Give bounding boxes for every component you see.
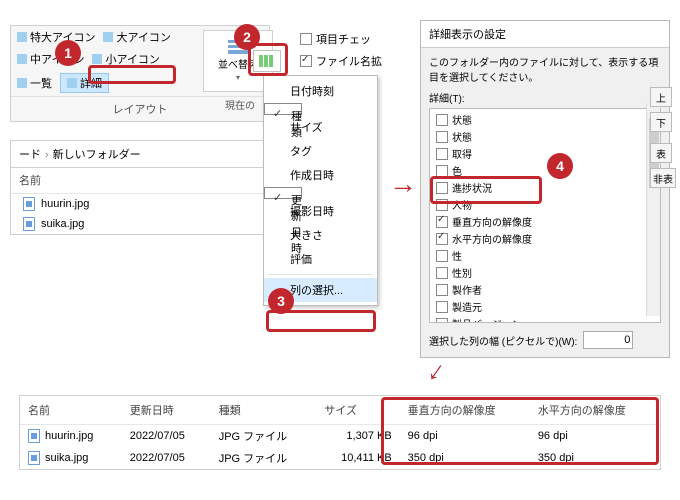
menu-item[interactable]: 大きさ <box>264 223 377 247</box>
checkbox[interactable] <box>436 216 448 228</box>
checklist-item[interactable]: 性 <box>434 247 656 264</box>
checkbox[interactable] <box>436 165 448 177</box>
image-file-icon <box>28 429 40 443</box>
checklist-item[interactable]: 水平方向の解像度 <box>434 230 656 247</box>
checklist-item[interactable]: 製造元 <box>434 298 656 315</box>
checklist-item[interactable]: 製品バージョン <box>434 315 656 323</box>
breadcrumb[interactable]: ード›新しいフォルダー <box>10 140 270 168</box>
menu-item[interactable]: 種類 <box>264 103 302 115</box>
width-label: 選択した列の幅 (ピクセルで)(W): <box>429 333 577 348</box>
scrollbar[interactable] <box>646 103 660 316</box>
checkbox[interactable] <box>436 131 448 143</box>
checklist-item[interactable]: 取得 <box>434 145 656 162</box>
menu-item[interactable]: 更新日時 <box>264 187 302 199</box>
column-header[interactable]: 名前 <box>20 396 122 425</box>
menu-item[interactable]: タグ <box>264 139 377 163</box>
checkbox[interactable] <box>436 148 448 160</box>
chevron-right-icon: › <box>45 149 49 161</box>
show-button[interactable]: 表 <box>650 143 672 163</box>
columns-checklist[interactable]: 状態状態取得色進捗状況人物垂直方向の解像度水平方向の解像度性性別製作者製造元製品… <box>429 108 661 323</box>
image-file-icon <box>28 451 40 465</box>
checklist-item[interactable]: 状態 <box>434 111 656 128</box>
menu-item[interactable]: 作成日時 <box>264 163 377 187</box>
menu-item[interactable]: 日付時刻 <box>264 79 377 103</box>
view-option[interactable]: 特大アイコン <box>17 29 95 45</box>
list-item[interactable]: suika.jpg <box>11 214 269 234</box>
ribbon-checkboxes: 項目チェッ ファイル名拡 <box>300 28 382 72</box>
column-header-name[interactable]: 名前 <box>11 167 269 194</box>
checkbox[interactable] <box>300 55 312 67</box>
callout-badge-4: 4 <box>547 153 573 179</box>
view-option[interactable]: 大アイコン <box>103 29 170 45</box>
checkbox[interactable] <box>436 233 448 245</box>
dialog-message: このフォルダー内のファイルに対して、表示する項目を選択してください。 <box>421 48 669 90</box>
callout-badge-1: 1 <box>55 40 81 66</box>
callout-badge-2: 2 <box>234 24 260 50</box>
list-label: 詳細(T): <box>421 90 669 108</box>
checkbox[interactable] <box>436 301 448 313</box>
list-item[interactable]: huurin.jpg <box>11 194 269 214</box>
column-header[interactable]: 更新日時 <box>122 396 211 425</box>
file-list: 名前 huurin.jpg suika.jpg <box>10 167 270 235</box>
checkbox[interactable] <box>436 284 448 296</box>
checkbox[interactable] <box>436 267 448 279</box>
move-up-button[interactable]: 上 <box>650 87 672 107</box>
width-input[interactable] <box>583 331 633 349</box>
move-down-button[interactable]: 下 <box>650 112 672 132</box>
image-file-icon <box>23 217 35 231</box>
checkbox[interactable] <box>436 250 448 262</box>
checkbox[interactable] <box>300 33 312 45</box>
checklist-item[interactable]: 垂直方向の解像度 <box>434 213 656 230</box>
menu-item[interactable]: 撮影日時 <box>264 199 377 223</box>
checklist-item[interactable]: 製作者 <box>434 281 656 298</box>
checklist-item[interactable]: 性別 <box>434 264 656 281</box>
columns-context-menu: 日付時刻種類サイズタグ作成日時更新日時撮影日時大きさ評価列の選択... <box>263 75 378 306</box>
column-header[interactable]: 種類 <box>211 396 317 425</box>
arrow-down-icon: ↓ <box>422 354 452 388</box>
hide-button[interactable]: 非表 <box>650 168 676 188</box>
menu-item[interactable]: サイズ <box>264 115 377 139</box>
image-file-icon <box>23 197 35 211</box>
checklist-item[interactable]: 状態 <box>434 128 656 145</box>
arrow-right-icon: → <box>389 168 417 200</box>
menu-item[interactable]: 評価 <box>264 247 377 271</box>
callout-badge-3: 3 <box>268 288 294 314</box>
dialog-title: 詳細表示の設定 <box>421 21 669 48</box>
checkbox[interactable] <box>436 114 448 126</box>
view-option[interactable]: 一覧 <box>17 73 52 93</box>
